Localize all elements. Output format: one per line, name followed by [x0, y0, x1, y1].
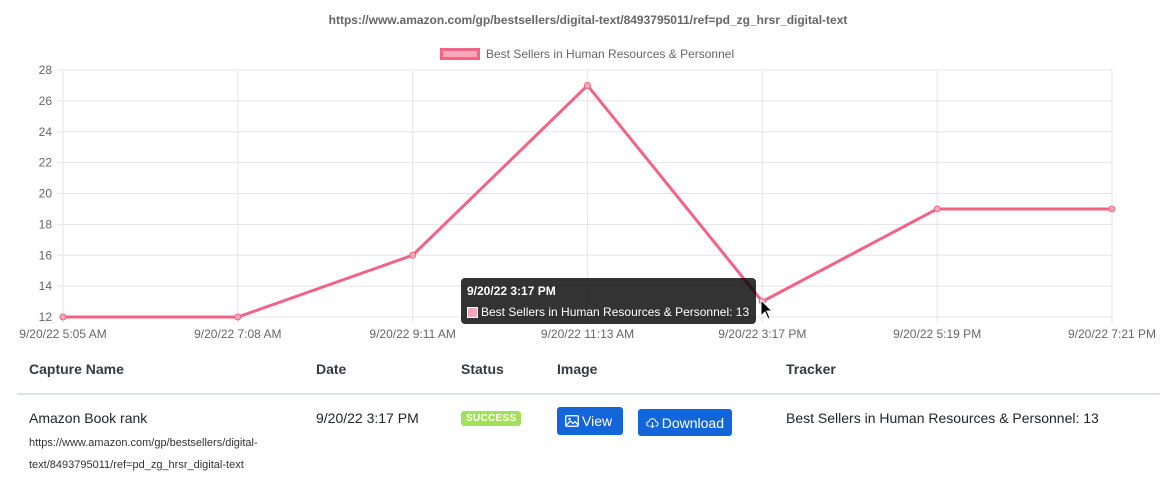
y-tick-label: 22: [39, 156, 53, 170]
data-point: [59, 313, 67, 321]
view-button-label: View: [582, 413, 613, 429]
header-status[interactable]: Status: [461, 361, 504, 377]
x-tick-label: 9/20/22 7:21 PM: [1068, 327, 1156, 341]
capture-name: Amazon Book rank: [29, 410, 148, 426]
x-tick-label: 9/20/22 5:19 PM: [893, 327, 981, 341]
y-tick-label: 12: [39, 310, 53, 324]
x-tick-label: 9/20/22 11:13 AM: [541, 327, 634, 341]
cloud-download-icon: [646, 417, 659, 428]
y-tick-label: 16: [39, 248, 53, 262]
view-button[interactable]: View: [557, 407, 623, 435]
x-tick-label: 9/20/22 9:11 AM: [369, 327, 456, 341]
header-date[interactable]: Date: [316, 361, 346, 377]
capture-url: https://www.amazon.com/gp/bestsellers/di…: [29, 437, 258, 471]
capture-date: 9/20/22 3:17 PM: [316, 410, 419, 426]
y-tick-label: 18: [39, 217, 53, 231]
tooltip-swatch: [467, 306, 478, 318]
tooltip-title: 9/20/22 3:17 PM: [467, 284, 556, 298]
header-tracker[interactable]: Tracker: [786, 361, 836, 377]
x-tick-label: 9/20/22 7:08 AM: [194, 327, 281, 341]
chart-tooltip: 9/20/22 3:17 PM Best Sellers in Human Re…: [461, 278, 756, 324]
mouse-pointer-icon: [760, 299, 774, 320]
data-point: [409, 251, 417, 259]
x-tick-label: 9/20/22 5:05 AM: [19, 327, 106, 341]
y-tick-label: 20: [39, 187, 53, 201]
data-point: [234, 313, 242, 321]
header-capture-name[interactable]: Capture Name: [29, 361, 124, 377]
y-tick-label: 24: [39, 125, 53, 139]
download-button-label: Download: [661, 414, 724, 431]
y-tick-label: 28: [39, 63, 53, 77]
data-point: [933, 205, 941, 213]
y-tick-label: 26: [39, 94, 53, 108]
data-point: [1108, 205, 1116, 213]
data-point: [584, 81, 591, 89]
tracker-value: Best Sellers in Human Resources & Person…: [786, 410, 1099, 426]
image-icon: [565, 415, 579, 427]
table-header: Capture Name Date Status Image Tracker: [17, 347, 1160, 395]
tooltip-label: Best Sellers in Human Resources & Person…: [481, 305, 750, 319]
x-tick-label: 9/20/22 3:17 PM: [718, 327, 806, 341]
header-image[interactable]: Image: [557, 361, 597, 377]
captures-table: Capture Name Date Status Image Tracker A…: [17, 347, 1160, 481]
status-badge: SUCCESS: [461, 411, 522, 426]
download-button[interactable]: Download: [638, 409, 732, 436]
table-row: Amazon Book rank https://www.amazon.com/…: [17, 395, 1160, 481]
y-tick-label: 14: [39, 279, 53, 293]
